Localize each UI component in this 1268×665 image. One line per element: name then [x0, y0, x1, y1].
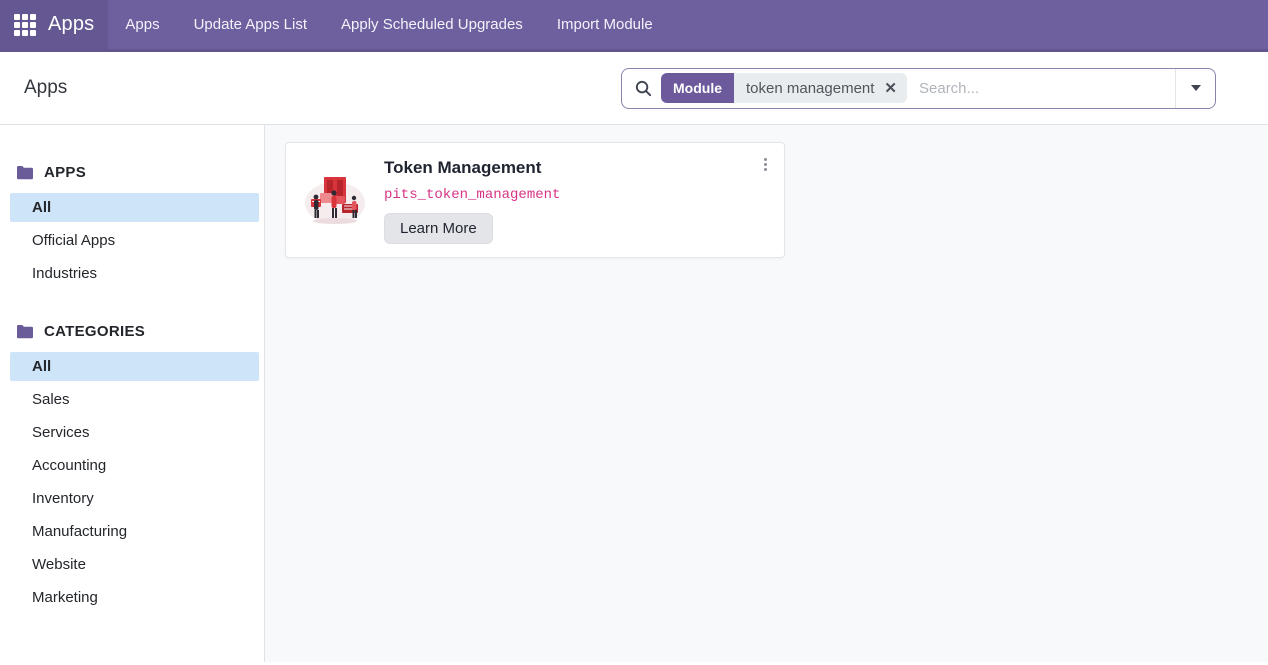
app-technical-name[interactable]: pits_token_management — [384, 187, 560, 203]
sidebar-item-categories-all[interactable]: All — [10, 352, 259, 381]
nav-item-apply-scheduled-upgrades[interactable]: Apply Scheduled Upgrades — [324, 0, 540, 49]
sidebar-item-official-apps[interactable]: Official Apps — [10, 226, 259, 255]
facet-value-text: token management — [746, 80, 874, 97]
folder-icon — [16, 324, 34, 339]
top-navbar: Apps Apps Update Apps List Apply Schedul… — [0, 0, 1268, 52]
facet-remove-icon[interactable]: ✕ — [884, 81, 897, 96]
sidebar-item-services[interactable]: Services — [10, 418, 259, 447]
sidebar-item-sales[interactable]: Sales — [10, 385, 259, 414]
sidebar-header-categories-label: CATEGORIES — [44, 323, 145, 340]
folder-icon — [16, 165, 34, 180]
card-kebab-menu-icon[interactable] — [756, 153, 774, 175]
sidebar-header-categories: CATEGORIES — [0, 314, 264, 348]
control-panel: Apps Module token management ✕ — [0, 52, 1268, 125]
search-input[interactable] — [907, 80, 1175, 97]
sidebar-header-apps-label: APPS — [44, 164, 86, 181]
filters-sidebar: APPS All Official Apps Industries CATEGO… — [0, 125, 265, 662]
sidebar-item-marketing[interactable]: Marketing — [10, 583, 259, 612]
learn-more-button[interactable]: Learn More — [384, 213, 493, 244]
nav-item-import-module[interactable]: Import Module — [540, 0, 670, 49]
sidebar-item-accounting[interactable]: Accounting — [10, 451, 259, 480]
search-bar[interactable]: Module token management ✕ — [621, 68, 1216, 109]
app-illustration — [302, 171, 368, 229]
apps-kanban-area: Token Management pits_token_management L… — [265, 125, 1268, 662]
apps-grid-icon — [14, 14, 36, 36]
app-info: Token Management pits_token_management L… — [384, 156, 560, 244]
sidebar-section-categories: CATEGORIES All Sales Services Accounting… — [0, 314, 264, 612]
search-icon — [622, 79, 661, 98]
breadcrumb: Apps — [24, 77, 67, 99]
facet-value: token management ✕ — [734, 73, 907, 103]
app-card-token-management[interactable]: Token Management pits_token_management L… — [285, 142, 785, 258]
sidebar-item-manufacturing[interactable]: Manufacturing — [10, 517, 259, 546]
sidebar-section-apps: APPS All Official Apps Industries — [0, 155, 264, 288]
sidebar-item-industries[interactable]: Industries — [10, 259, 259, 288]
sidebar-header-apps: APPS — [0, 155, 264, 189]
chevron-down-icon — [1191, 85, 1201, 91]
sidebar-item-inventory[interactable]: Inventory — [10, 484, 259, 513]
facet-category-badge: Module — [661, 73, 734, 103]
search-facet: Module token management ✕ — [661, 73, 907, 103]
brand-label: Apps — [48, 13, 94, 36]
nav-item-update-apps-list[interactable]: Update Apps List — [177, 0, 324, 49]
sidebar-item-apps-all[interactable]: All — [10, 193, 259, 222]
apps-menu-brand[interactable]: Apps — [0, 0, 108, 49]
navbar-menu: Apps Update Apps List Apply Scheduled Up… — [108, 0, 669, 49]
sidebar-item-website[interactable]: Website — [10, 550, 259, 579]
nav-item-apps[interactable]: Apps — [108, 0, 176, 49]
app-title: Token Management — [384, 158, 560, 178]
search-options-toggle[interactable] — [1175, 69, 1215, 108]
